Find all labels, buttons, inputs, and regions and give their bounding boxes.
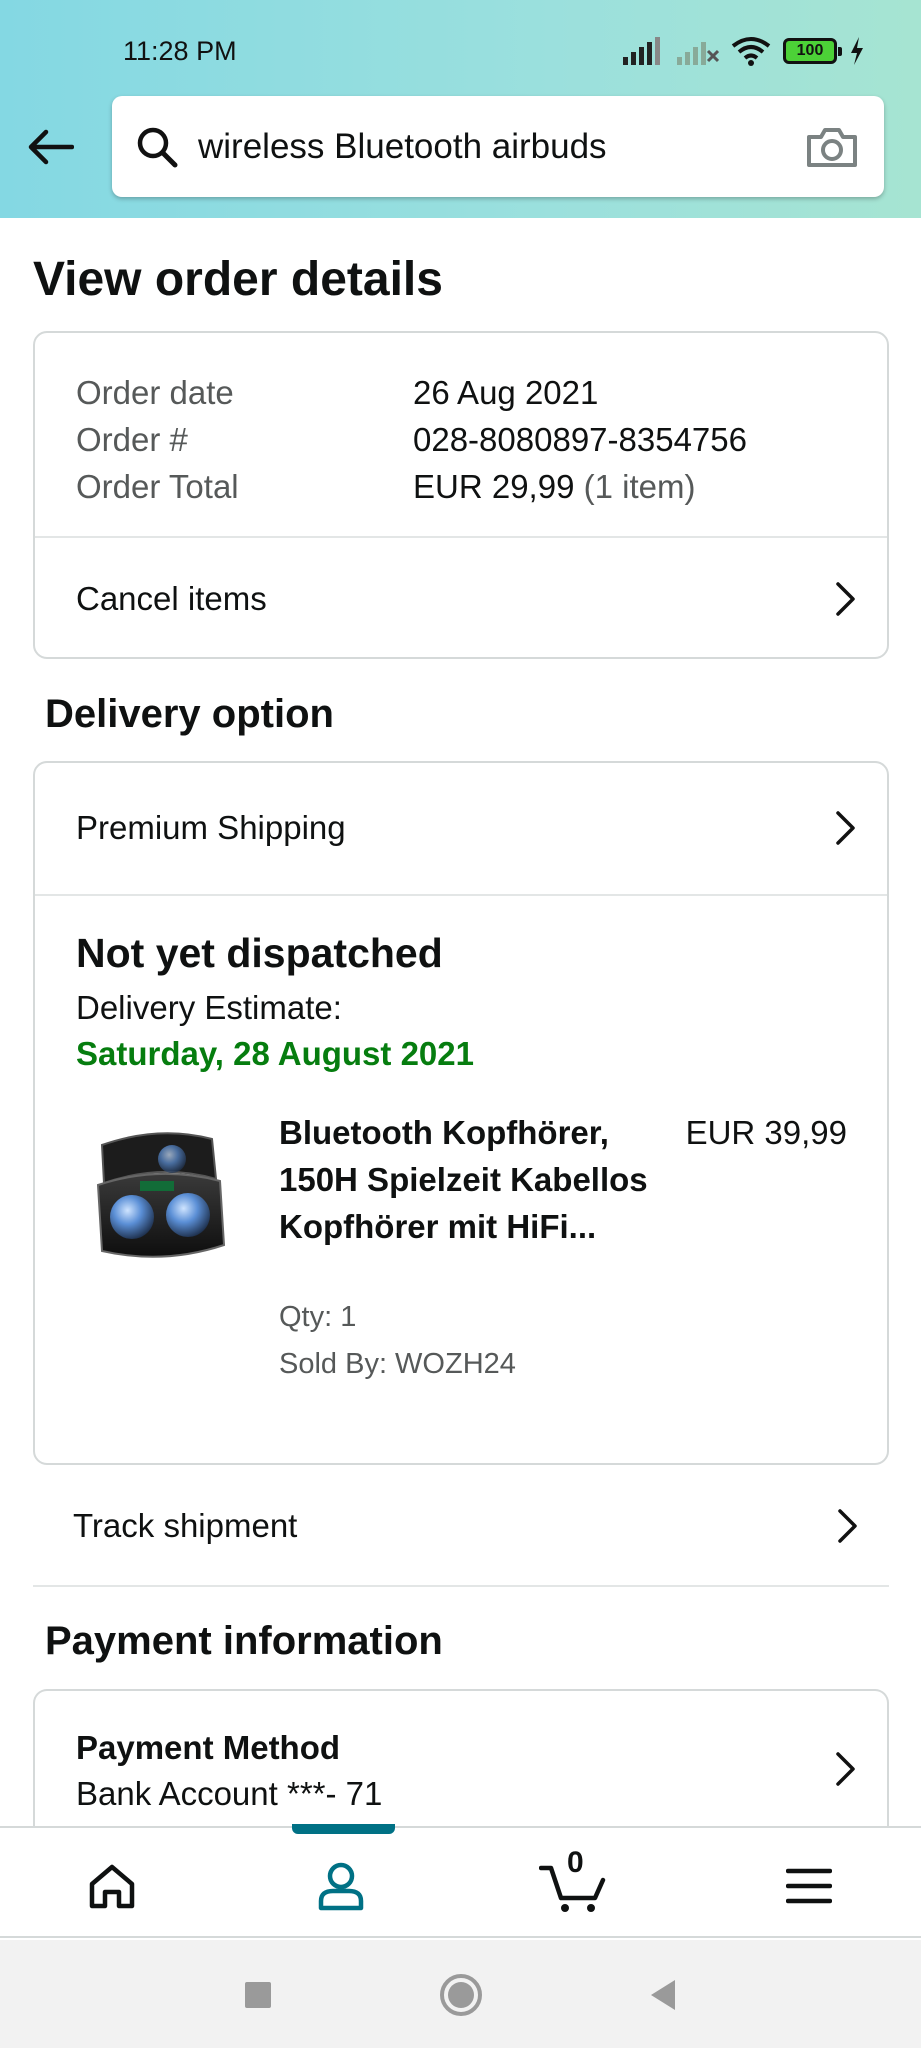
order-number-row: Order # 028-8080897-8354756: [76, 416, 747, 463]
bottom-navigation: 0: [0, 1824, 921, 1938]
triangle-back-icon: [651, 1980, 675, 2010]
cart-count-badge: 0: [567, 1846, 584, 1879]
home-icon: [89, 1864, 135, 1909]
user-icon: [318, 1862, 364, 1911]
order-total-label: Order Total: [76, 467, 239, 505]
nav-cart[interactable]: 0: [529, 1846, 619, 1926]
dispatch-status: Not yet dispatched: [76, 930, 443, 976]
track-shipment-row[interactable]: Track shipment: [33, 1466, 889, 1586]
hamburger-menu-icon: [786, 1868, 832, 1904]
payment-method-title: Payment Method: [76, 1729, 341, 1766]
product-title[interactable]: Bluetooth Kopfhörer, 150H Spielzeit Kabe…: [279, 1109, 659, 1250]
order-total-amount: EUR 29,99: [413, 467, 575, 505]
order-number-label: Order #: [76, 420, 188, 458]
delivery-card: Premium Shipping Not yet dispatched Deli…: [33, 761, 889, 1465]
signal-off-icon: [677, 42, 719, 65]
payment-section-title: Payment information: [45, 1619, 443, 1663]
back-button[interactable]: [26, 122, 76, 172]
square-icon: [245, 1982, 271, 2008]
search-icon[interactable]: [132, 122, 182, 172]
payment-method-value: Bank Account ***- 71: [76, 1775, 383, 1812]
search-bar[interactable]: wireless Bluetooth airbuds: [112, 96, 884, 197]
product-image[interactable]: [84, 1115, 234, 1285]
track-shipment-label: Track shipment: [73, 1507, 298, 1544]
order-date-value: 26 Aug 2021: [413, 373, 599, 411]
app-header: 11:28 PM 100 wireless Bluetooth airbuds: [0, 0, 921, 218]
status-time: 11:28 PM: [123, 36, 237, 66]
battery-icon: 100: [783, 38, 842, 64]
divider: [33, 1585, 889, 1587]
delivery-estimate-date: Saturday, 28 August 2021: [76, 1035, 474, 1072]
camera-icon[interactable]: [802, 122, 862, 172]
chevron-right-icon: [836, 811, 855, 845]
order-total-value: EUR 29,99 (1 item): [413, 468, 695, 506]
order-date-label: Order date: [76, 373, 234, 411]
system-back-button[interactable]: [636, 1968, 690, 2022]
product-quantity: Qty: 1: [279, 1301, 357, 1333]
charging-icon: [851, 37, 863, 65]
order-number-value: 028-8080897-8354756: [413, 420, 747, 458]
order-date-row: Order date 26 Aug 2021: [76, 369, 747, 416]
premium-shipping-row[interactable]: Premium Shipping: [35, 763, 887, 893]
search-input[interactable]: wireless Bluetooth airbuds: [198, 127, 802, 167]
order-summary: Order date 26 Aug 2021 Order # 028-80808…: [76, 369, 747, 510]
chevron-right-icon: [836, 581, 855, 616]
order-total-items: (1 item): [583, 467, 696, 505]
status-icons: 100: [623, 36, 865, 66]
recent-apps-button[interactable]: [231, 1968, 285, 2022]
page-title: View order details: [33, 253, 443, 306]
delivery-section-title: Delivery option: [45, 692, 334, 736]
chevron-right-icon: [838, 1509, 857, 1543]
order-summary-card: Order date 26 Aug 2021 Order # 028-80808…: [33, 331, 889, 659]
chevron-right-icon: [836, 1752, 855, 1786]
order-total-row: Order Total EUR 29,99 (1 item): [76, 463, 747, 510]
nav-menu[interactable]: [764, 1846, 854, 1926]
system-navigation-bar: [0, 1940, 921, 2048]
wifi-icon: [731, 37, 771, 66]
active-tab-indicator: [292, 1824, 395, 1834]
product-seller: Sold By: WOZH24: [279, 1348, 516, 1380]
arrow-left-icon: [28, 129, 74, 165]
premium-shipping-label: Premium Shipping: [76, 809, 346, 846]
cancel-items-label: Cancel items: [76, 579, 267, 617]
nav-home[interactable]: [67, 1846, 157, 1926]
cancel-items-row[interactable]: Cancel items: [35, 538, 887, 659]
nav-account[interactable]: [296, 1846, 386, 1926]
system-home-button[interactable]: [434, 1968, 488, 2022]
divider: [35, 894, 887, 896]
product-price: EUR 39,99: [685, 1114, 847, 1151]
signal-icon: [623, 37, 660, 65]
circle-icon: [440, 1974, 482, 2016]
delivery-estimate-label: Delivery Estimate:: [76, 989, 342, 1026]
